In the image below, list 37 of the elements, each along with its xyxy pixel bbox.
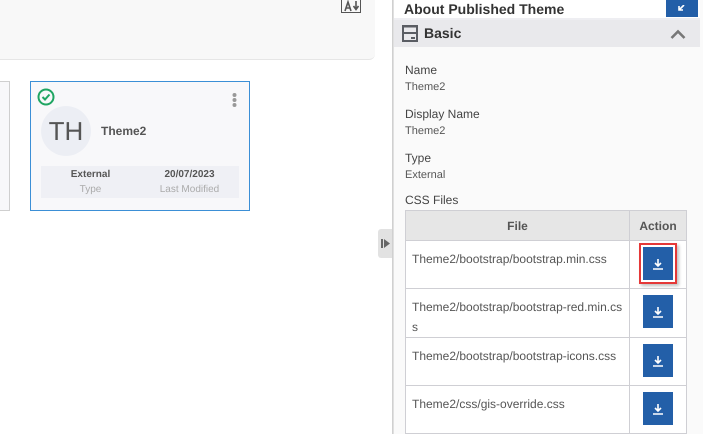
modified-label: Last Modified xyxy=(160,183,220,197)
more-options-icon[interactable] xyxy=(232,93,237,107)
panel-icon xyxy=(402,25,418,42)
avatar: TH xyxy=(41,106,91,156)
section-header[interactable]: Basic xyxy=(394,18,700,47)
field-label: CSS Files xyxy=(405,192,460,208)
arrow-icon xyxy=(677,4,687,12)
column-header: Action xyxy=(630,210,686,240)
theme-name: Theme2 xyxy=(101,123,146,140)
theme-card[interactable]: TH Theme2 External Type 20/07/2023 Last Modified xyxy=(30,81,250,211)
field-value: External xyxy=(405,168,446,183)
download-icon xyxy=(652,354,664,366)
download-icon xyxy=(652,402,664,414)
table-cell: Theme2/css/gis-override.css xyxy=(406,386,630,434)
table-cell: Theme2/bootstrap/bootstrap-icons.css xyxy=(406,338,630,386)
panel-title: About Published Theme xyxy=(404,0,564,18)
download-icon xyxy=(652,258,664,270)
download-button[interactable] xyxy=(643,295,673,328)
expand-panel-handle[interactable] xyxy=(378,229,392,258)
column-header: File xyxy=(406,210,630,240)
type-label: Type xyxy=(80,183,102,197)
download-button[interactable] xyxy=(643,392,673,425)
field-value: Theme2 xyxy=(405,124,446,139)
table-cell: Theme2/bootstrap/bootstrap.min.css xyxy=(406,240,630,288)
field-label: Type xyxy=(405,150,432,167)
download-icon xyxy=(652,306,664,318)
section-title: Basic xyxy=(424,24,462,43)
modified-value: 20/07/2023 xyxy=(164,168,215,182)
field-value: Theme2 xyxy=(405,80,446,95)
field-label: Display Name xyxy=(405,106,481,123)
table-cell: Theme2/bootstrap/bootstrap-red.min.css xyxy=(406,288,630,338)
download-button[interactable] xyxy=(643,344,673,377)
play-icon xyxy=(380,239,390,248)
field-label: Name xyxy=(405,62,438,79)
type-value: External xyxy=(70,168,110,182)
sort-icon[interactable] xyxy=(341,0,361,13)
collapse-panel-button[interactable] xyxy=(666,0,698,17)
